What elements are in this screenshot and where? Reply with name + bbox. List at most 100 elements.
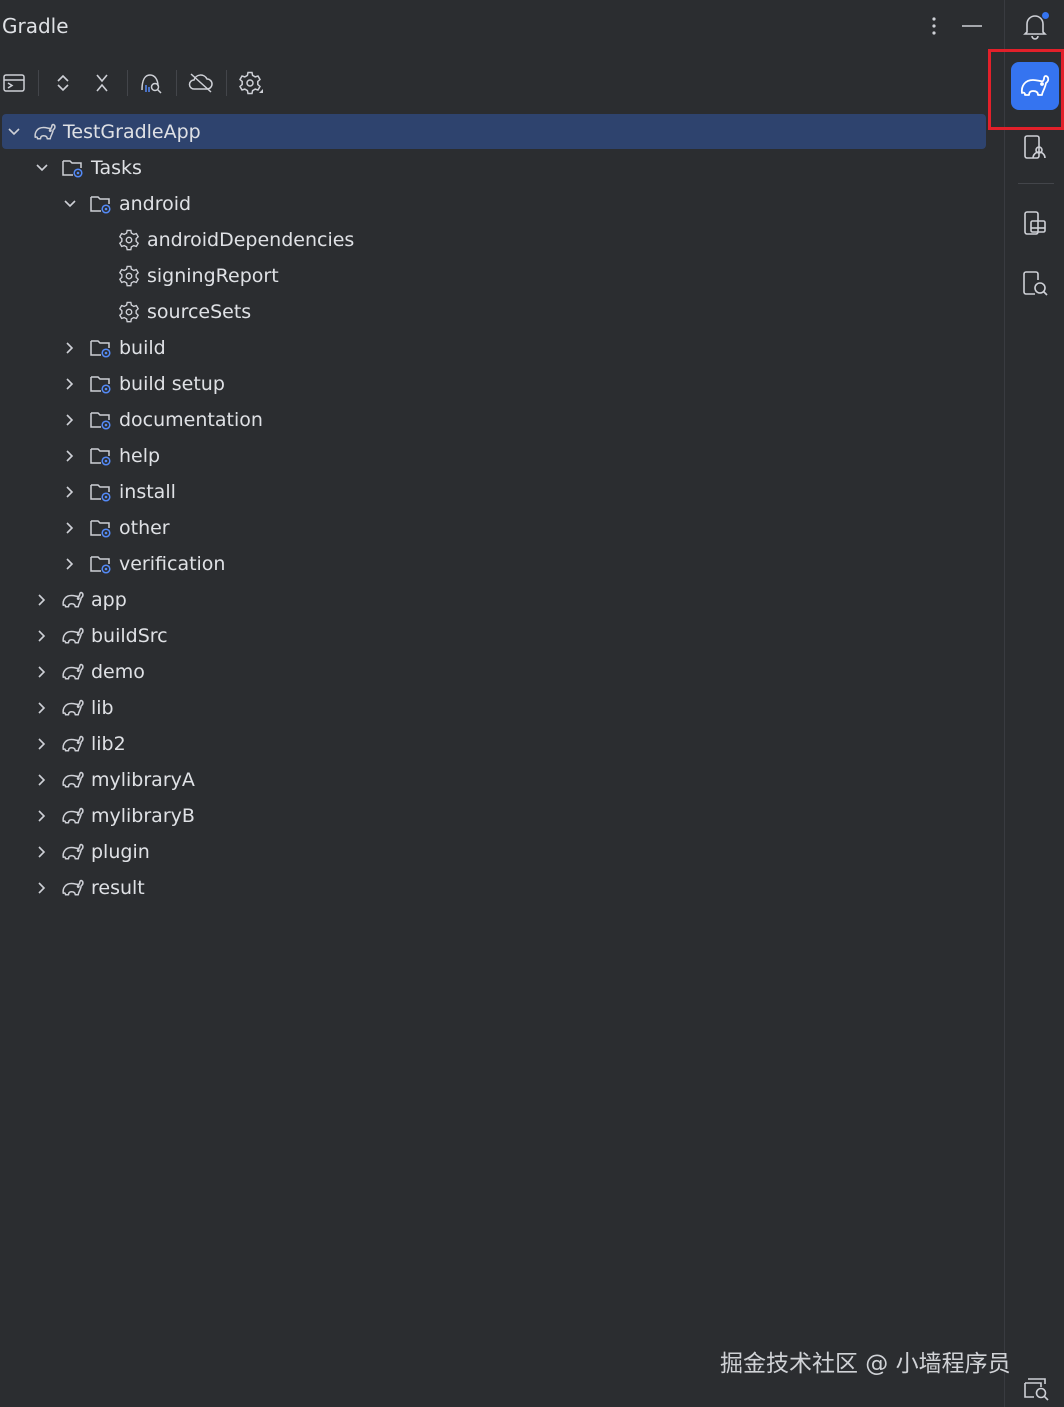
- chevron-down-icon[interactable]: [61, 195, 79, 213]
- highlight-box: [988, 49, 1064, 130]
- sidebar-separator: [1018, 183, 1054, 184]
- chevron-right-icon[interactable]: [61, 555, 79, 573]
- running-devices-button[interactable]: [1011, 200, 1059, 248]
- collapse-all-button[interactable]: [85, 66, 119, 100]
- gradle-elephant-icon: [33, 120, 57, 144]
- chevron-right-icon[interactable]: [33, 663, 51, 681]
- tree-node-label: android: [119, 193, 192, 215]
- chevron-right-icon[interactable]: [61, 483, 79, 501]
- tree-node-label: install: [119, 481, 176, 503]
- chevron-right-icon[interactable]: [33, 843, 51, 861]
- search-window-icon: [1021, 1375, 1051, 1403]
- minimize-button[interactable]: [958, 12, 986, 40]
- chevron-right-icon[interactable]: [33, 699, 51, 717]
- gradle-elephant-icon: [61, 768, 85, 792]
- analyze-dependencies-button[interactable]: [134, 66, 168, 100]
- offline-cloud-icon: [188, 73, 214, 93]
- tree-node[interactable]: Tasks: [0, 150, 1004, 186]
- gradle-elephant-icon: [61, 804, 85, 828]
- gradle-elephant-icon: [61, 876, 85, 900]
- tree-node[interactable]: android: [0, 186, 1004, 222]
- device-explorer-icon: [1021, 270, 1049, 298]
- running-devices-icon: [1022, 210, 1048, 238]
- tree-node-label: Tasks: [91, 157, 142, 179]
- tree-node[interactable]: mylibraryB: [0, 798, 1004, 834]
- execute-task-button[interactable]: [0, 66, 31, 100]
- task-folder-icon: [89, 480, 113, 504]
- gear-icon: [117, 228, 141, 252]
- chevron-down-icon[interactable]: [5, 123, 23, 141]
- task-folder-icon: [89, 192, 113, 216]
- chevron-right-icon[interactable]: [33, 879, 51, 897]
- build-tool-settings-button[interactable]: [234, 66, 268, 100]
- tree-node[interactable]: build setup: [0, 366, 1004, 402]
- tree-node[interactable]: lib: [0, 690, 1004, 726]
- tree-node[interactable]: androidDependencies: [0, 222, 1004, 258]
- tool-window-title: Gradle: [2, 14, 69, 38]
- task-folder-icon: [61, 156, 85, 180]
- gradle-elephant-icon: [61, 588, 85, 612]
- expand-all-icon: [55, 73, 71, 93]
- device-manager-button[interactable]: [1011, 124, 1059, 172]
- chevron-right-icon[interactable]: [61, 519, 79, 537]
- gradle-elephant-icon: [61, 840, 85, 864]
- gradle-elephant-icon: [61, 696, 85, 720]
- dependency-analyzer-icon: [139, 72, 163, 94]
- expand-all-button[interactable]: [46, 66, 80, 100]
- tree-node[interactable]: TestGradleApp: [0, 114, 1004, 150]
- run-window-icon: [3, 73, 25, 93]
- chevron-down-icon[interactable]: [33, 159, 51, 177]
- chevron-right-icon[interactable]: [61, 375, 79, 393]
- tree-node[interactable]: app: [0, 582, 1004, 618]
- tree-node-label: help: [119, 445, 161, 467]
- tree-node[interactable]: sourceSets: [0, 294, 1004, 330]
- gradle-elephant-icon: [61, 732, 85, 756]
- gradle-toolbar: [0, 62, 1004, 104]
- tool-window-header: Gradle: [0, 0, 1004, 54]
- tree-node-label: lib2: [91, 733, 126, 755]
- tree-node[interactable]: signingReport: [0, 258, 1004, 294]
- chevron-right-icon[interactable]: [33, 771, 51, 789]
- tree-node-label: result: [91, 877, 145, 899]
- tree-node-label: buildSrc: [91, 625, 168, 647]
- chevron-right-icon[interactable]: [33, 591, 51, 609]
- tree-node[interactable]: demo: [0, 654, 1004, 690]
- tree-node[interactable]: documentation: [0, 402, 1004, 438]
- task-folder-icon: [89, 444, 113, 468]
- tree-node[interactable]: result: [0, 870, 1004, 906]
- chevron-right-icon[interactable]: [61, 339, 79, 357]
- tree-node-label: build: [119, 337, 166, 359]
- gear-icon: [117, 300, 141, 324]
- tree-node[interactable]: build: [0, 330, 1004, 366]
- toolbar-separator: [38, 70, 39, 96]
- tree-node-label: build setup: [119, 373, 225, 395]
- tree-node[interactable]: help: [0, 438, 1004, 474]
- tree-node-label: other: [119, 517, 170, 539]
- tree-node[interactable]: lib2: [0, 726, 1004, 762]
- vertical-dots-icon: [931, 16, 937, 36]
- tree-node[interactable]: install: [0, 474, 1004, 510]
- chevron-right-icon[interactable]: [61, 411, 79, 429]
- chevron-right-icon[interactable]: [33, 735, 51, 753]
- chevron-right-icon[interactable]: [33, 807, 51, 825]
- notifications-button[interactable]: [1011, 2, 1059, 50]
- tree-node[interactable]: mylibraryA: [0, 762, 1004, 798]
- tree-node[interactable]: verification: [0, 546, 1004, 582]
- toggle-offline-button[interactable]: [184, 66, 218, 100]
- toolbar-separator: [176, 70, 177, 96]
- tree-node-label: verification: [119, 553, 226, 575]
- tree-node-label: signingReport: [147, 265, 279, 287]
- chevron-right-icon[interactable]: [61, 447, 79, 465]
- task-folder-icon: [89, 336, 113, 360]
- tree-node[interactable]: buildSrc: [0, 618, 1004, 654]
- collapse-all-icon: [94, 73, 110, 93]
- tree-node-label: mylibraryB: [91, 805, 195, 827]
- task-folder-icon: [89, 552, 113, 576]
- more-options-button[interactable]: [920, 12, 948, 40]
- tree-node[interactable]: other: [0, 510, 1004, 546]
- tree-node-label: TestGradleApp: [63, 121, 201, 143]
- tree-node[interactable]: plugin: [0, 834, 1004, 870]
- bottom-toolwindow-button[interactable]: [1020, 1374, 1052, 1404]
- device-explorer-button[interactable]: [1011, 260, 1059, 308]
- chevron-right-icon[interactable]: [33, 627, 51, 645]
